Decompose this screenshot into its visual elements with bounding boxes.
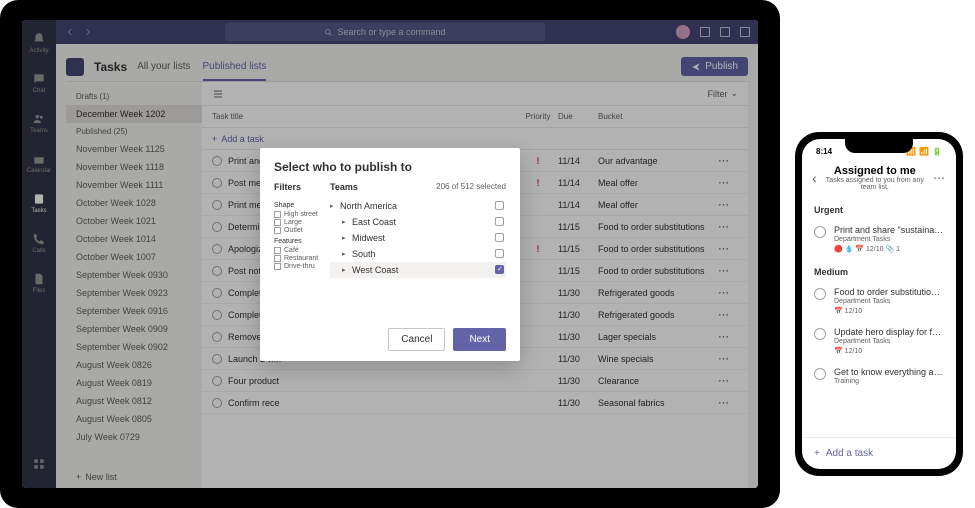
- plus-icon: +: [814, 448, 820, 459]
- team-item[interactable]: ▸Midwest: [330, 230, 506, 246]
- team-item[interactable]: ▸East Coast: [330, 214, 506, 230]
- priority-section: Medium: [802, 259, 956, 281]
- teams-tree: ▸North America▸East Coast▸Midwest▸South▸…: [330, 198, 506, 318]
- task-source: Department Tasks: [834, 338, 944, 345]
- phone-subtitle: Tasks assigned to you from any team list…: [825, 177, 925, 191]
- modal-overlay: Select who to publish to Filters Teams 2…: [22, 20, 758, 488]
- task-meta: 📅 12/10: [834, 307, 944, 315]
- task-title: Get to know everything about digi…: [834, 367, 944, 377]
- filter-option[interactable]: Drive-thru: [274, 263, 330, 270]
- task-source: Department Tasks: [834, 298, 944, 305]
- team-checkbox[interactable]: [495, 217, 504, 226]
- caret-icon: ▸: [330, 202, 336, 210]
- more-button[interactable]: ⋯: [933, 171, 946, 185]
- dialog-title: Select who to publish to: [260, 148, 520, 182]
- teams-heading: Teams: [330, 182, 436, 192]
- tablet-frame: Activity Chat Teams Calendar Tasks Calls…: [0, 0, 780, 508]
- team-checkbox[interactable]: [495, 233, 504, 242]
- task-title: Update hero display for focus on ne…: [834, 327, 944, 337]
- filter-option[interactable]: Restaurant: [274, 255, 330, 262]
- filter-group-head: Shape: [274, 202, 330, 209]
- checkbox-icon: [274, 263, 281, 270]
- phone-task[interactable]: Get to know everything about digi…Traini…: [802, 361, 956, 393]
- checkbox-icon: [274, 219, 281, 226]
- task-source: Department Tasks: [834, 236, 944, 243]
- clock: 8:14: [816, 147, 832, 156]
- caret-icon: ▸: [342, 218, 348, 226]
- task-meta: 📅 12/10: [834, 347, 944, 355]
- checkbox-icon: [274, 211, 281, 218]
- complete-toggle[interactable]: [814, 368, 826, 380]
- task-title: Print and share "sustainable, huma…: [834, 225, 944, 235]
- phone-add-task[interactable]: +Add a task: [802, 437, 956, 469]
- checkbox-icon: [274, 247, 281, 254]
- phone-frame: 8:14 📶📶🔋 ‹ Assigned to me Tasks assigned…: [795, 132, 963, 476]
- caret-icon: ▸: [342, 234, 348, 242]
- phone-task[interactable]: Update hero display for focus on ne…Depa…: [802, 321, 956, 361]
- team-checkbox[interactable]: [495, 249, 504, 258]
- filter-option[interactable]: Large: [274, 219, 330, 226]
- caret-icon: ▸: [342, 250, 348, 258]
- phone-task[interactable]: Print and share "sustainable, huma…Depar…: [802, 219, 956, 259]
- team-item[interactable]: ▸North America: [330, 198, 506, 214]
- task-title: Food to order substitutions: Post…: [834, 287, 944, 297]
- back-button[interactable]: ‹: [812, 170, 817, 186]
- complete-toggle[interactable]: [814, 328, 826, 340]
- cancel-button[interactable]: Cancel: [388, 328, 445, 351]
- phone-task[interactable]: Food to order substitutions: Post…Depart…: [802, 281, 956, 321]
- team-item[interactable]: ▸West Coast: [330, 262, 506, 278]
- notch: [845, 139, 913, 153]
- phone-title: Assigned to me: [825, 165, 925, 177]
- team-item[interactable]: ▸South: [330, 246, 506, 262]
- complete-toggle[interactable]: [814, 288, 826, 300]
- selection-count: 206 of 512 selected: [436, 182, 506, 192]
- team-checkbox[interactable]: [495, 265, 504, 274]
- next-button[interactable]: Next: [453, 328, 506, 351]
- priority-section: Urgent: [802, 197, 956, 219]
- battery-icon: 🔋: [932, 147, 942, 156]
- team-checkbox[interactable]: [495, 201, 504, 210]
- checkbox-icon: [274, 255, 281, 262]
- wifi-icon: 📶: [919, 147, 929, 156]
- filter-option[interactable]: High street: [274, 211, 330, 218]
- filter-option[interactable]: Outlet: [274, 227, 330, 234]
- filter-option[interactable]: Café: [274, 247, 330, 254]
- filter-group-head: Features: [274, 238, 330, 245]
- filters-column: Shape High streetLargeOutlet Features CaféR…: [274, 198, 330, 318]
- phone-header: ‹ Assigned to me Tasks assigned to you f…: [802, 159, 956, 197]
- checkbox-icon: [274, 227, 281, 234]
- complete-toggle[interactable]: [814, 226, 826, 238]
- caret-icon: ▸: [342, 266, 348, 274]
- publish-dialog: Select who to publish to Filters Teams 2…: [260, 148, 520, 361]
- app-screen: Activity Chat Teams Calendar Tasks Calls…: [22, 20, 758, 488]
- phone-screen: 8:14 📶📶🔋 ‹ Assigned to me Tasks assigned…: [802, 139, 956, 469]
- task-source: Training: [834, 378, 944, 385]
- task-meta: 🔴 💧 📅 12/10 📎 1: [834, 245, 944, 253]
- filters-heading: Filters: [274, 182, 330, 192]
